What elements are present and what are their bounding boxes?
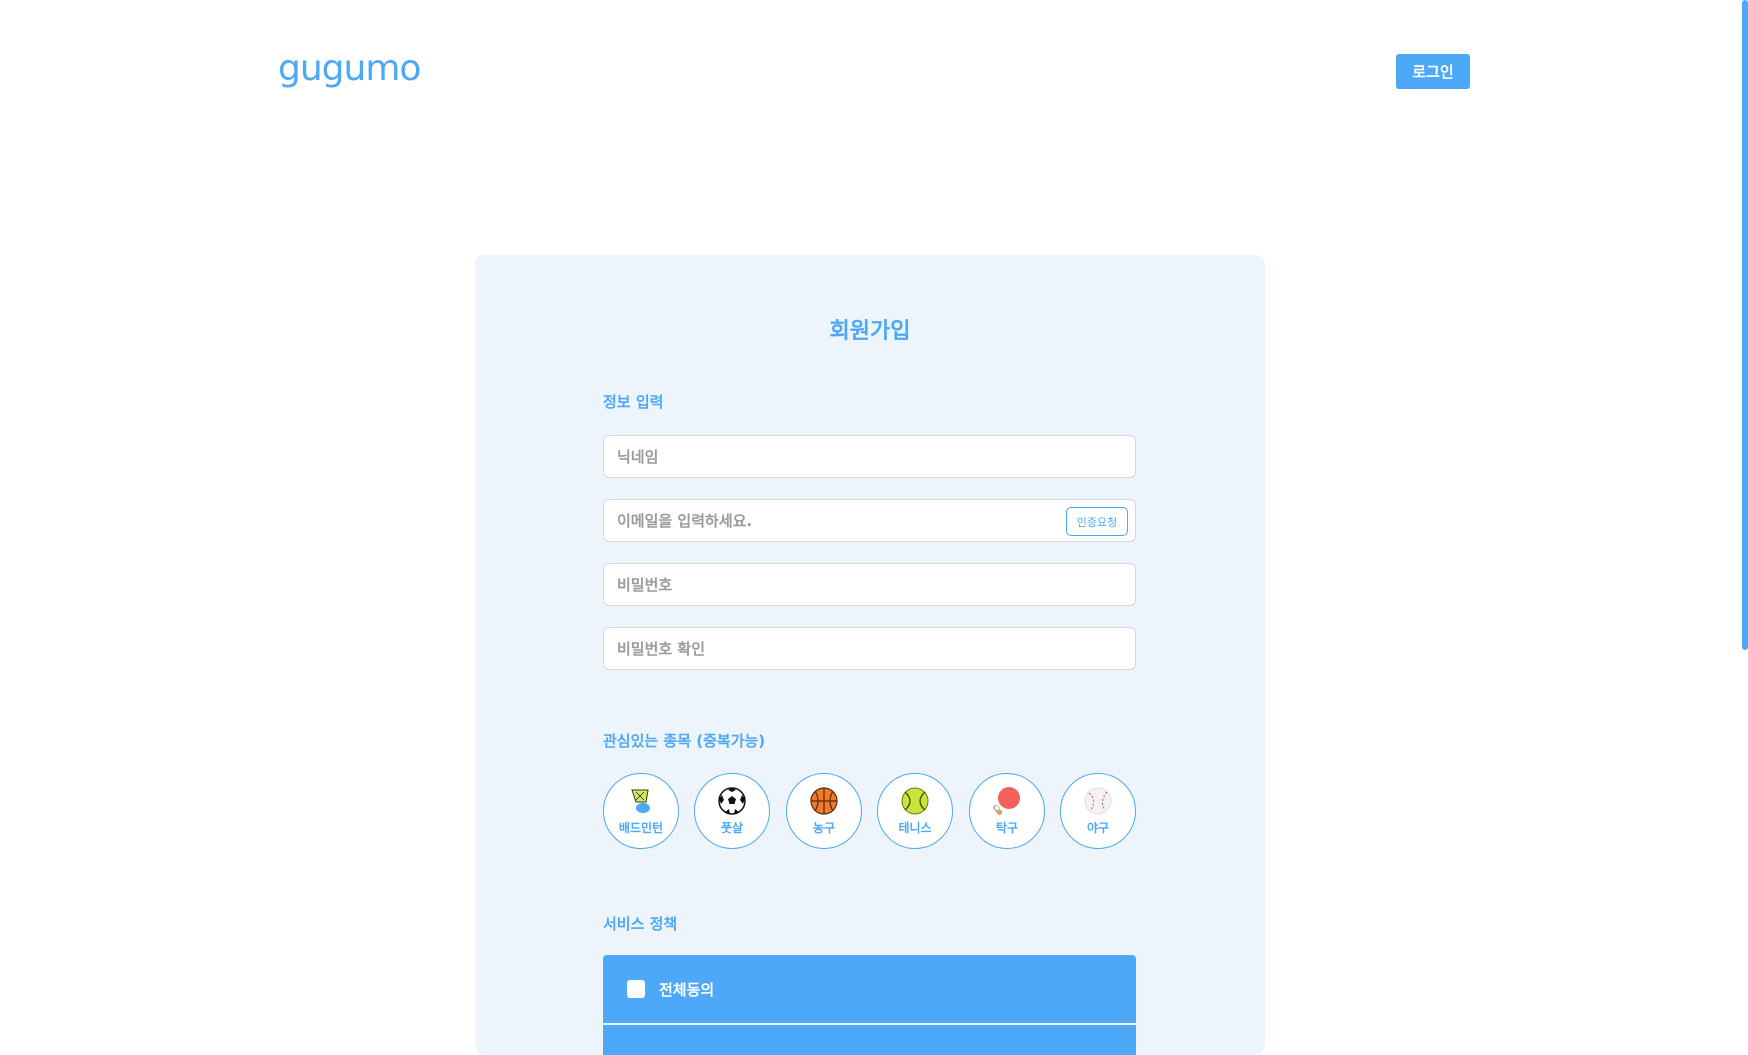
sport-label: 야구: [1086, 821, 1110, 835]
signup-card: 회원가입 정보 입력 인증요청 관심있는 종목 (중복가능) 배드민턴: [475, 255, 1265, 1055]
sport-basketball[interactable]: 농구: [786, 773, 862, 849]
sport-tennis[interactable]: 테니스: [877, 773, 953, 849]
verify-request-button[interactable]: 인증요청: [1066, 507, 1128, 536]
info-section-label: 정보 입력: [603, 393, 664, 411]
logo-text: gugumo: [278, 52, 420, 89]
gugumo-logo[interactable]: gugumo: [278, 52, 438, 96]
policy-section-label: 서비스 정책: [603, 915, 678, 933]
login-button[interactable]: 로그인: [1396, 54, 1470, 89]
baseball-icon: [1084, 787, 1112, 815]
scrollbar[interactable]: [1742, 0, 1748, 650]
soccer-ball-icon: [718, 787, 746, 815]
page-title: 회원가입: [829, 319, 911, 344]
tennis-ball-icon: [901, 787, 929, 815]
agree-all-checkbox[interactable]: [627, 980, 645, 998]
agree-all-row[interactable]: 전체동의: [603, 955, 1136, 1023]
sport-futsal[interactable]: 풋살: [694, 773, 770, 849]
sport-baseball[interactable]: 야구: [1060, 773, 1136, 849]
email-field[interactable]: 인증요청: [603, 499, 1136, 542]
basketball-icon: [810, 787, 838, 815]
sport-label: 배드민턴: [618, 821, 664, 835]
email-input[interactable]: [604, 500, 1135, 541]
sport-label: 탁구: [995, 821, 1019, 835]
sport-label: 농구: [812, 821, 836, 835]
password-field[interactable]: [603, 563, 1136, 606]
password-confirm-input[interactable]: [604, 628, 1135, 669]
ping-pong-paddle-icon: [993, 787, 1020, 816]
agree-all-label: 전체동의: [659, 980, 715, 999]
sports-section-label: 관심있는 종목 (중복가능): [603, 732, 766, 750]
sport-label: 테니스: [898, 821, 932, 835]
nickname-field[interactable]: [603, 435, 1136, 478]
password-input[interactable]: [604, 564, 1135, 605]
password-confirm-field[interactable]: [603, 627, 1136, 670]
shuttlecock-icon: [631, 789, 650, 813]
policy-row[interactable]: [603, 1025, 1136, 1055]
sport-label: 풋살: [720, 821, 744, 835]
sport-badminton[interactable]: 배드민턴: [603, 773, 679, 849]
nickname-input[interactable]: [604, 436, 1135, 477]
sport-table-tennis[interactable]: 탁구: [969, 773, 1045, 849]
